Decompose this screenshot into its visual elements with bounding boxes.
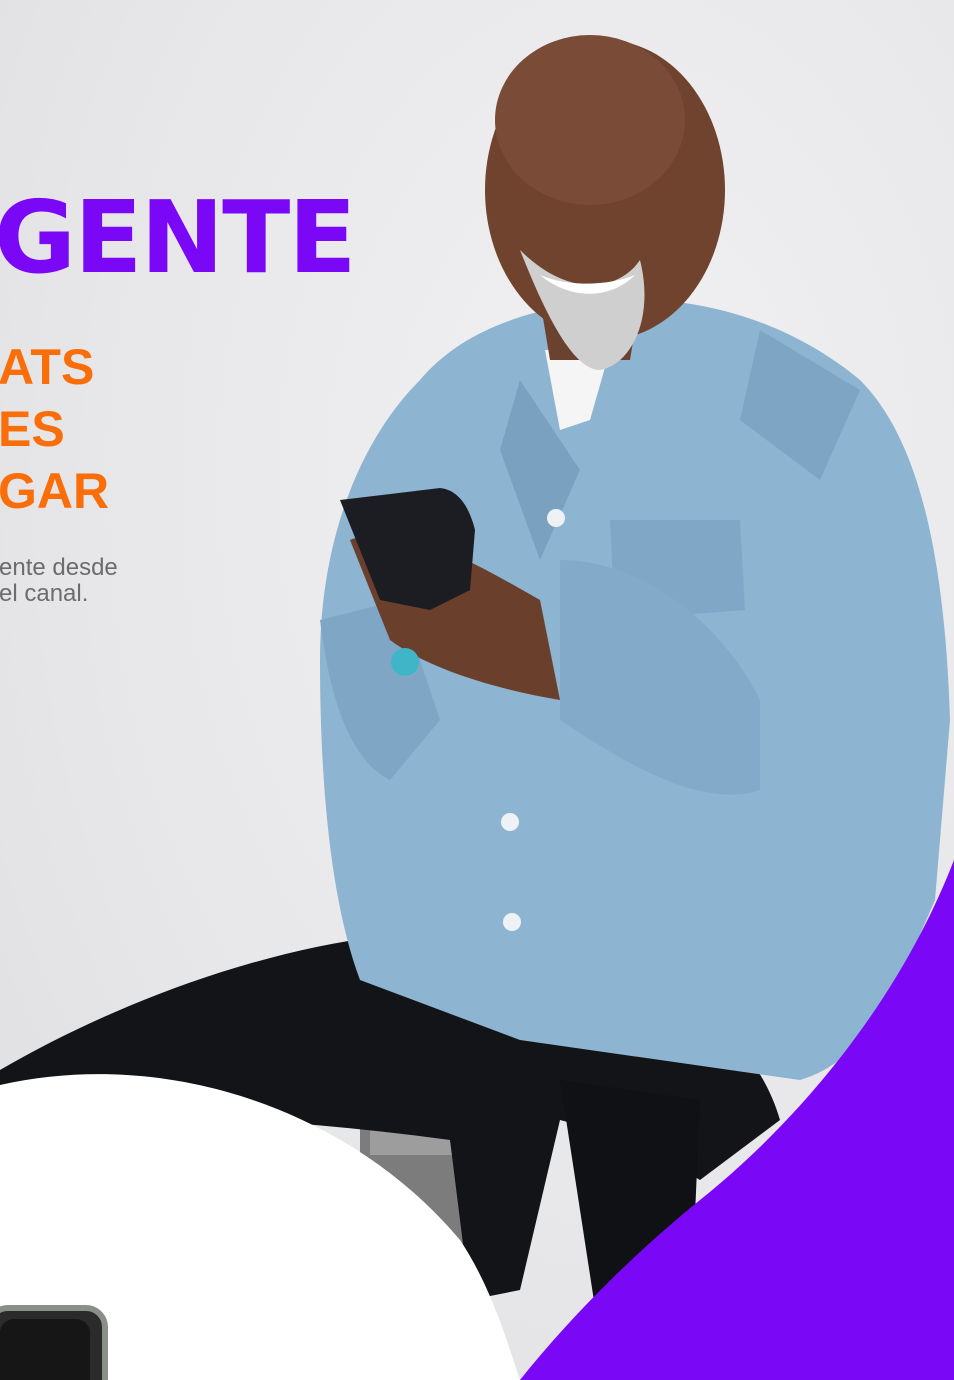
- hero-headline: GENTE: [0, 179, 357, 296]
- phone-device-partial: [0, 1305, 108, 1380]
- device-screen: [0, 1319, 90, 1380]
- subheadline-line-3: GAR: [0, 463, 110, 519]
- hero-banner: GENTE ATS ES GAR ente desde el canal.: [0, 0, 954, 1380]
- body-text-line-2: el canal.: [0, 580, 89, 607]
- subheadline-line-2: ES: [0, 401, 65, 457]
- subheadline-line-1: ATS: [0, 339, 95, 395]
